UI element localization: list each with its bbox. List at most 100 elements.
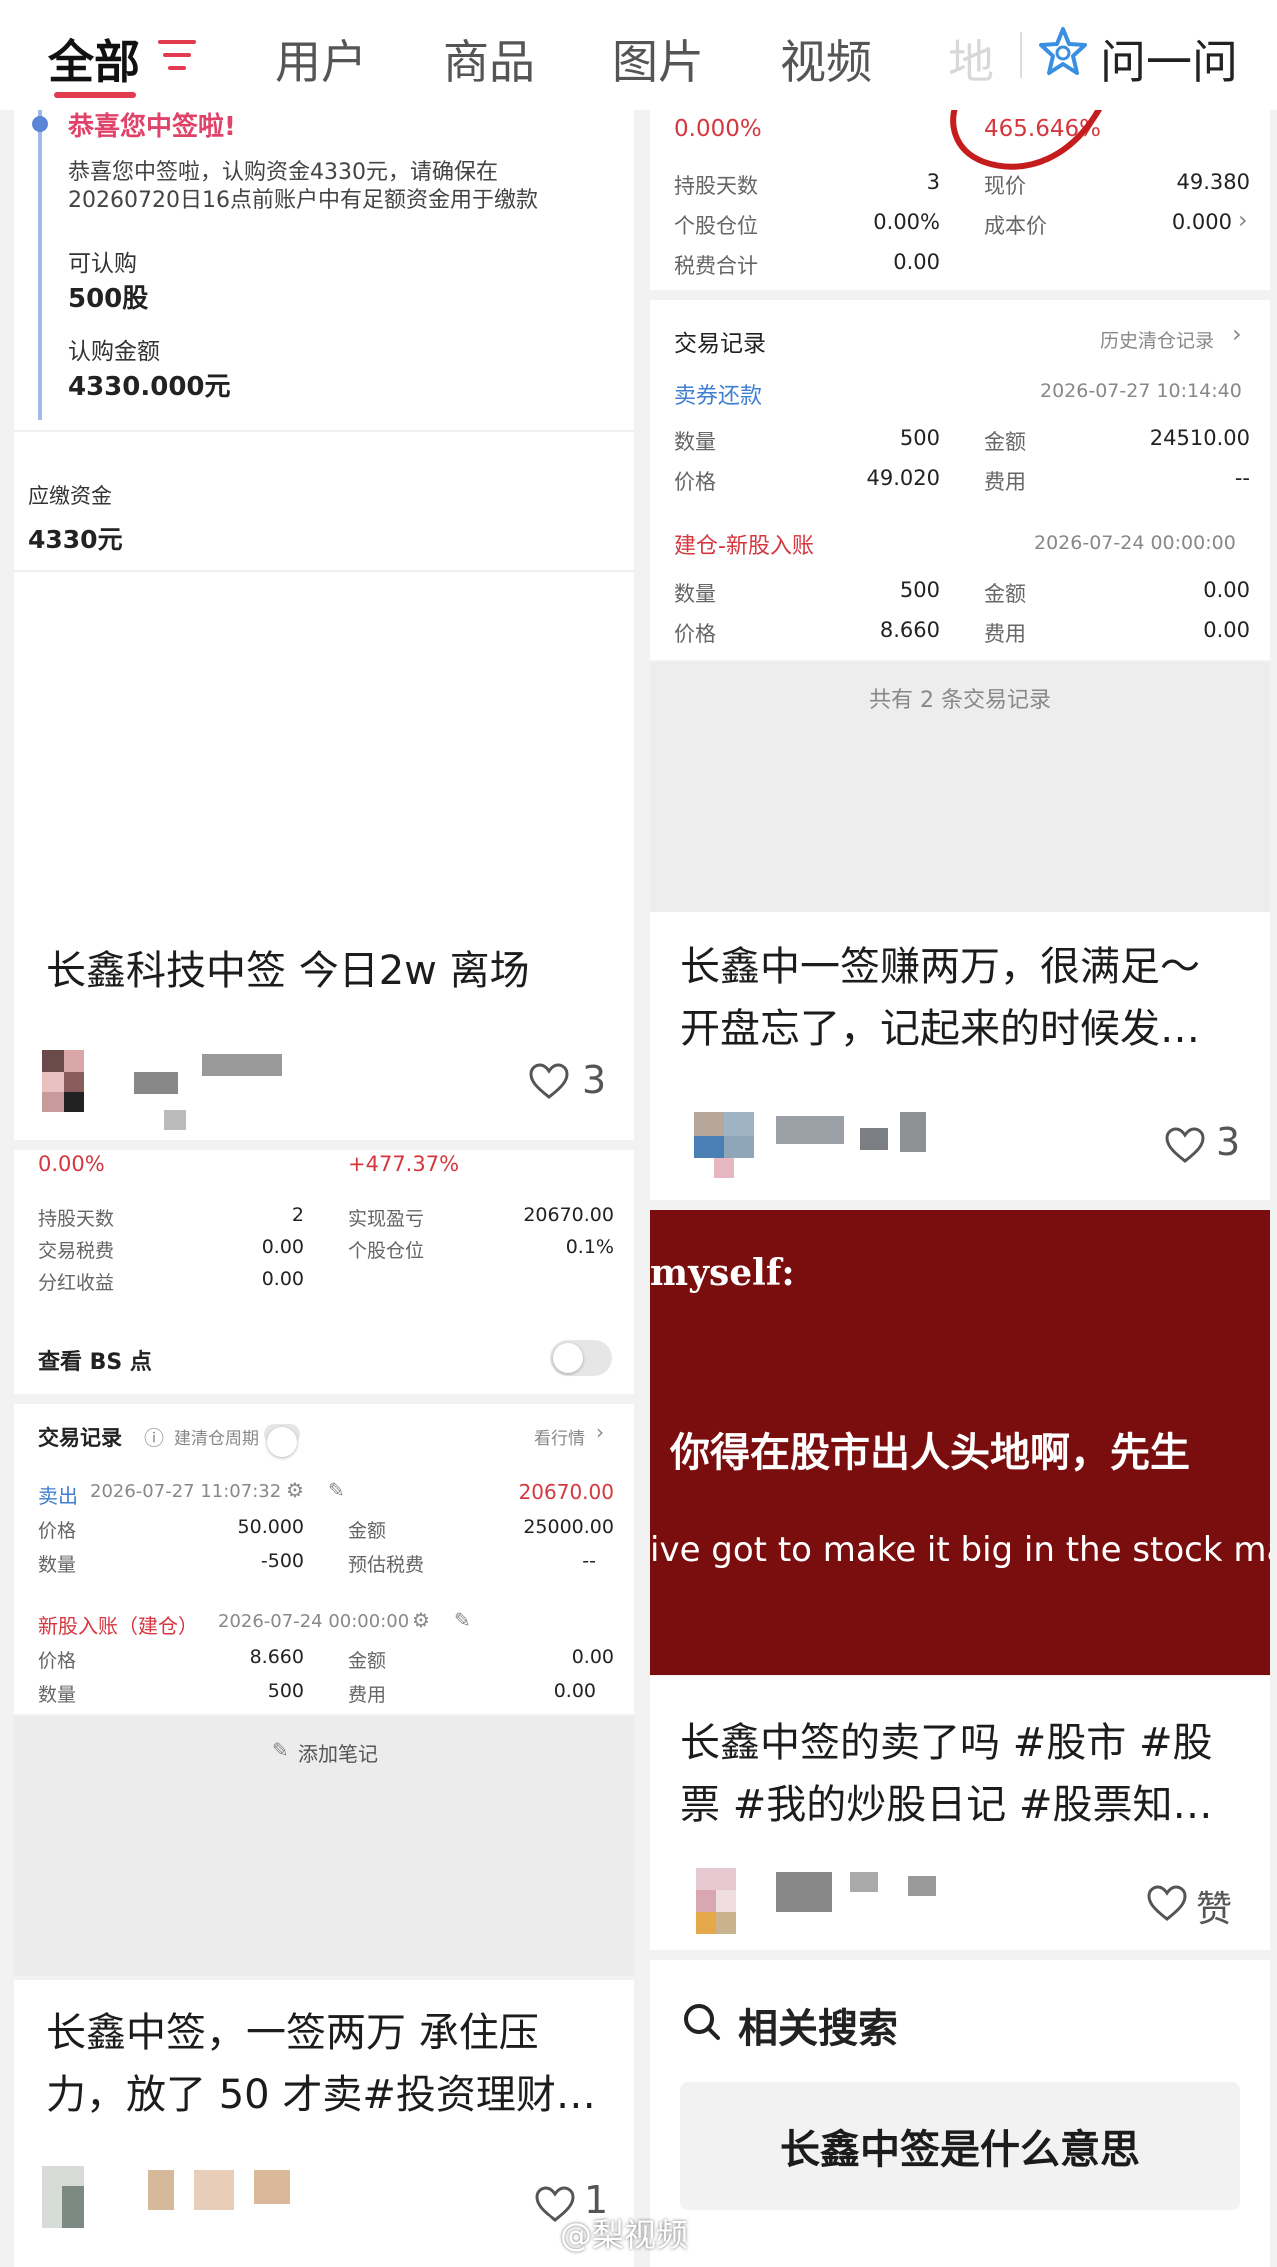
- tab-place[interactable]: 地: [948, 26, 994, 92]
- stat-label: 价格: [38, 1650, 77, 1672]
- edit-icon[interactable]: ✎: [328, 1478, 345, 1502]
- stat-value: 0.00: [1203, 618, 1250, 642]
- stat-label: 数量: [38, 1684, 77, 1706]
- post-title-line2[interactable]: 票 #我的炒股日记 #股票知…: [680, 1774, 1212, 1836]
- meme-caption-en: ive got to make it big in the stock mark…: [650, 1530, 1270, 1570]
- edit-icon[interactable]: ✎: [454, 1608, 471, 1632]
- like-count: 3: [1216, 1120, 1241, 1164]
- bs-point-row[interactable]: 查看 BS 点: [14, 1324, 634, 1394]
- record-time: 2026-07-24 00:00:00: [1034, 532, 1236, 554]
- trade-records-card[interactable]: 交易记录 历史清仓记录 › 卖券还款 2026-07-27 10:14:40 数…: [650, 300, 1270, 660]
- author-name-blur: [194, 2170, 234, 2210]
- author-name-blur: [860, 1128, 888, 1150]
- active-tab-indicator: [54, 92, 136, 98]
- tab-image[interactable]: 图片: [612, 26, 704, 92]
- heart-icon[interactable]: [528, 1062, 570, 1100]
- stat-value: 0.00: [553, 1680, 596, 1702]
- post-card-2-summary[interactable]: 0.00% +477.37% 持股天数 2 实现盈亏 20670.00 交易税费…: [14, 1150, 634, 1340]
- stat-value: 25000.00: [523, 1516, 614, 1538]
- stat-value: 3: [926, 170, 940, 194]
- stat-label: 数量: [38, 1554, 77, 1576]
- search-icon: [684, 2004, 720, 2040]
- cycle-toggle[interactable]: [264, 1424, 300, 1457]
- stat-label: 持股天数: [38, 1208, 115, 1230]
- author-avatar[interactable]: [696, 1868, 736, 1948]
- filter-icon[interactable]: [158, 40, 196, 72]
- author-name-blur: [908, 1876, 936, 1896]
- stat-value: 0.00: [571, 1646, 614, 1668]
- stat-label: 费用: [984, 470, 1026, 494]
- meme-caption-cn: 你得在股市出人头地啊，先生: [670, 1430, 1190, 1476]
- stat-label: 金额: [348, 1650, 387, 1672]
- stat-value: 8.660: [249, 1646, 304, 1668]
- stat-value: --: [1234, 466, 1250, 490]
- bs-toggle[interactable]: [550, 1340, 612, 1376]
- buy-label: 可认购: [68, 251, 137, 277]
- post-title-line2[interactable]: 力，放了 50 才卖#投资理财…: [46, 2064, 596, 2126]
- author-avatar[interactable]: [694, 1112, 754, 1182]
- post-title-line1[interactable]: 长鑫中签的卖了吗 #股市 #股: [680, 1712, 1212, 1774]
- post-card-1[interactable]: 恭喜您中签啦! 恭喜您中签啦，认购资金4330元，请确保在 20260720日1…: [14, 110, 634, 1140]
- timeline-line: [38, 110, 42, 420]
- tab-video[interactable]: 视频: [780, 26, 872, 92]
- settings-icon[interactable]: ⚙: [412, 1608, 430, 1632]
- timeline-dot: [32, 116, 48, 132]
- history-link[interactable]: 历史清仓记录: [1100, 326, 1214, 353]
- tab-user[interactable]: 用户: [275, 26, 367, 92]
- post-card-4[interactable]: 长鑫中一签赚两万，很满足～ 开盘忘了，记起来的时候发… 3: [650, 912, 1270, 1200]
- post-title[interactable]: 长鑫科技中签 今日2w 离场: [46, 940, 530, 1002]
- stat-label: 费用: [984, 622, 1026, 646]
- stat-value: --: [582, 1550, 596, 1572]
- post-title-line1[interactable]: 长鑫中一签赚两万，很满足～: [680, 936, 1200, 998]
- record-tag: 卖券还款: [674, 384, 763, 409]
- view-market-link[interactable]: 看行情: [534, 1424, 585, 1449]
- heart-icon[interactable]: [1164, 1126, 1206, 1164]
- related-suggestion[interactable]: 长鑫中签是什么意思: [680, 2082, 1240, 2210]
- post-title-line1[interactable]: 长鑫中签，一签两万 承住压: [46, 2002, 539, 2064]
- post-image-meme[interactable]: myself: 你得在股市出人头地啊，先生 ive got to make it…: [650, 1210, 1270, 1675]
- stat-label: 税费合计: [674, 254, 758, 278]
- author-name-blur: [850, 1872, 878, 1892]
- stat-value: 0.00: [261, 1268, 304, 1290]
- tab-ask[interactable]: 问一问: [1100, 26, 1238, 92]
- info-icon[interactable]: ⓘ: [144, 1422, 164, 1451]
- records-footer: 共有 2 条交易记录: [650, 662, 1270, 912]
- stat-label: 金额: [348, 1520, 387, 1542]
- ask-star-icon[interactable]: [1038, 26, 1088, 80]
- tab-divider: [1020, 32, 1022, 78]
- tab-goods[interactable]: 商品: [443, 26, 535, 92]
- cycle-label: 建清仓周期: [174, 1429, 259, 1449]
- stat-label: 持股天数: [674, 174, 758, 198]
- related-search-card: 相关搜索 长鑫中签是什么意思: [650, 1960, 1270, 2267]
- stat-label: 价格: [38, 1520, 77, 1542]
- settings-icon[interactable]: ⚙: [286, 1478, 304, 1502]
- buy-time: 2026-07-24 00:00:00: [218, 1611, 410, 1632]
- stat-value: 49.380: [1176, 170, 1250, 194]
- tab-all[interactable]: 全部: [48, 26, 140, 92]
- stat-value: 0.00: [261, 1236, 304, 1258]
- stat-label: 预估税费: [348, 1554, 425, 1576]
- stat-label: 实现盈亏: [348, 1208, 425, 1230]
- add-note-button[interactable]: 添加笔记: [298, 1738, 378, 1767]
- post-card-4-summary[interactable]: 0.000% 465.646% 持股天数 3 现价 49.380 个股仓位 0.…: [650, 110, 1270, 290]
- heart-icon[interactable]: [1146, 1884, 1188, 1922]
- divider: [14, 570, 634, 572]
- stat-value: 0.00: [1203, 578, 1250, 602]
- author-name-blur: [164, 1110, 186, 1130]
- author-name-blur: [148, 2170, 174, 2210]
- author-name-blur: [776, 1872, 832, 1912]
- stat-value: 0.00: [893, 250, 940, 274]
- top-tab-bar: 全部 用户 商品 图片 视频 地 问一问: [0, 0, 1277, 110]
- stat-label: 金额: [984, 582, 1026, 606]
- author-avatar[interactable]: [42, 1050, 104, 1112]
- post-card-5[interactable]: 长鑫中签的卖了吗 #股市 #股 票 #我的炒股日记 #股票知… 赞: [650, 1676, 1270, 1950]
- stat-label: 交易税费: [38, 1240, 115, 1262]
- author-name-blur: [254, 2170, 290, 2204]
- stat-value: 50.000: [237, 1516, 304, 1538]
- trade-records-card[interactable]: 交易记录 ⓘ 建清仓周期 看行情 › 卖出 2026-07-27 11:07:3…: [14, 1404, 634, 1714]
- stat-label: 现价: [984, 174, 1026, 198]
- post-title-line2[interactable]: 开盘忘了，记起来的时候发…: [680, 998, 1200, 1060]
- author-avatar[interactable]: [42, 2166, 104, 2228]
- stat-label: 分红收益: [38, 1272, 115, 1294]
- amount-value: 4330.000元: [68, 372, 231, 402]
